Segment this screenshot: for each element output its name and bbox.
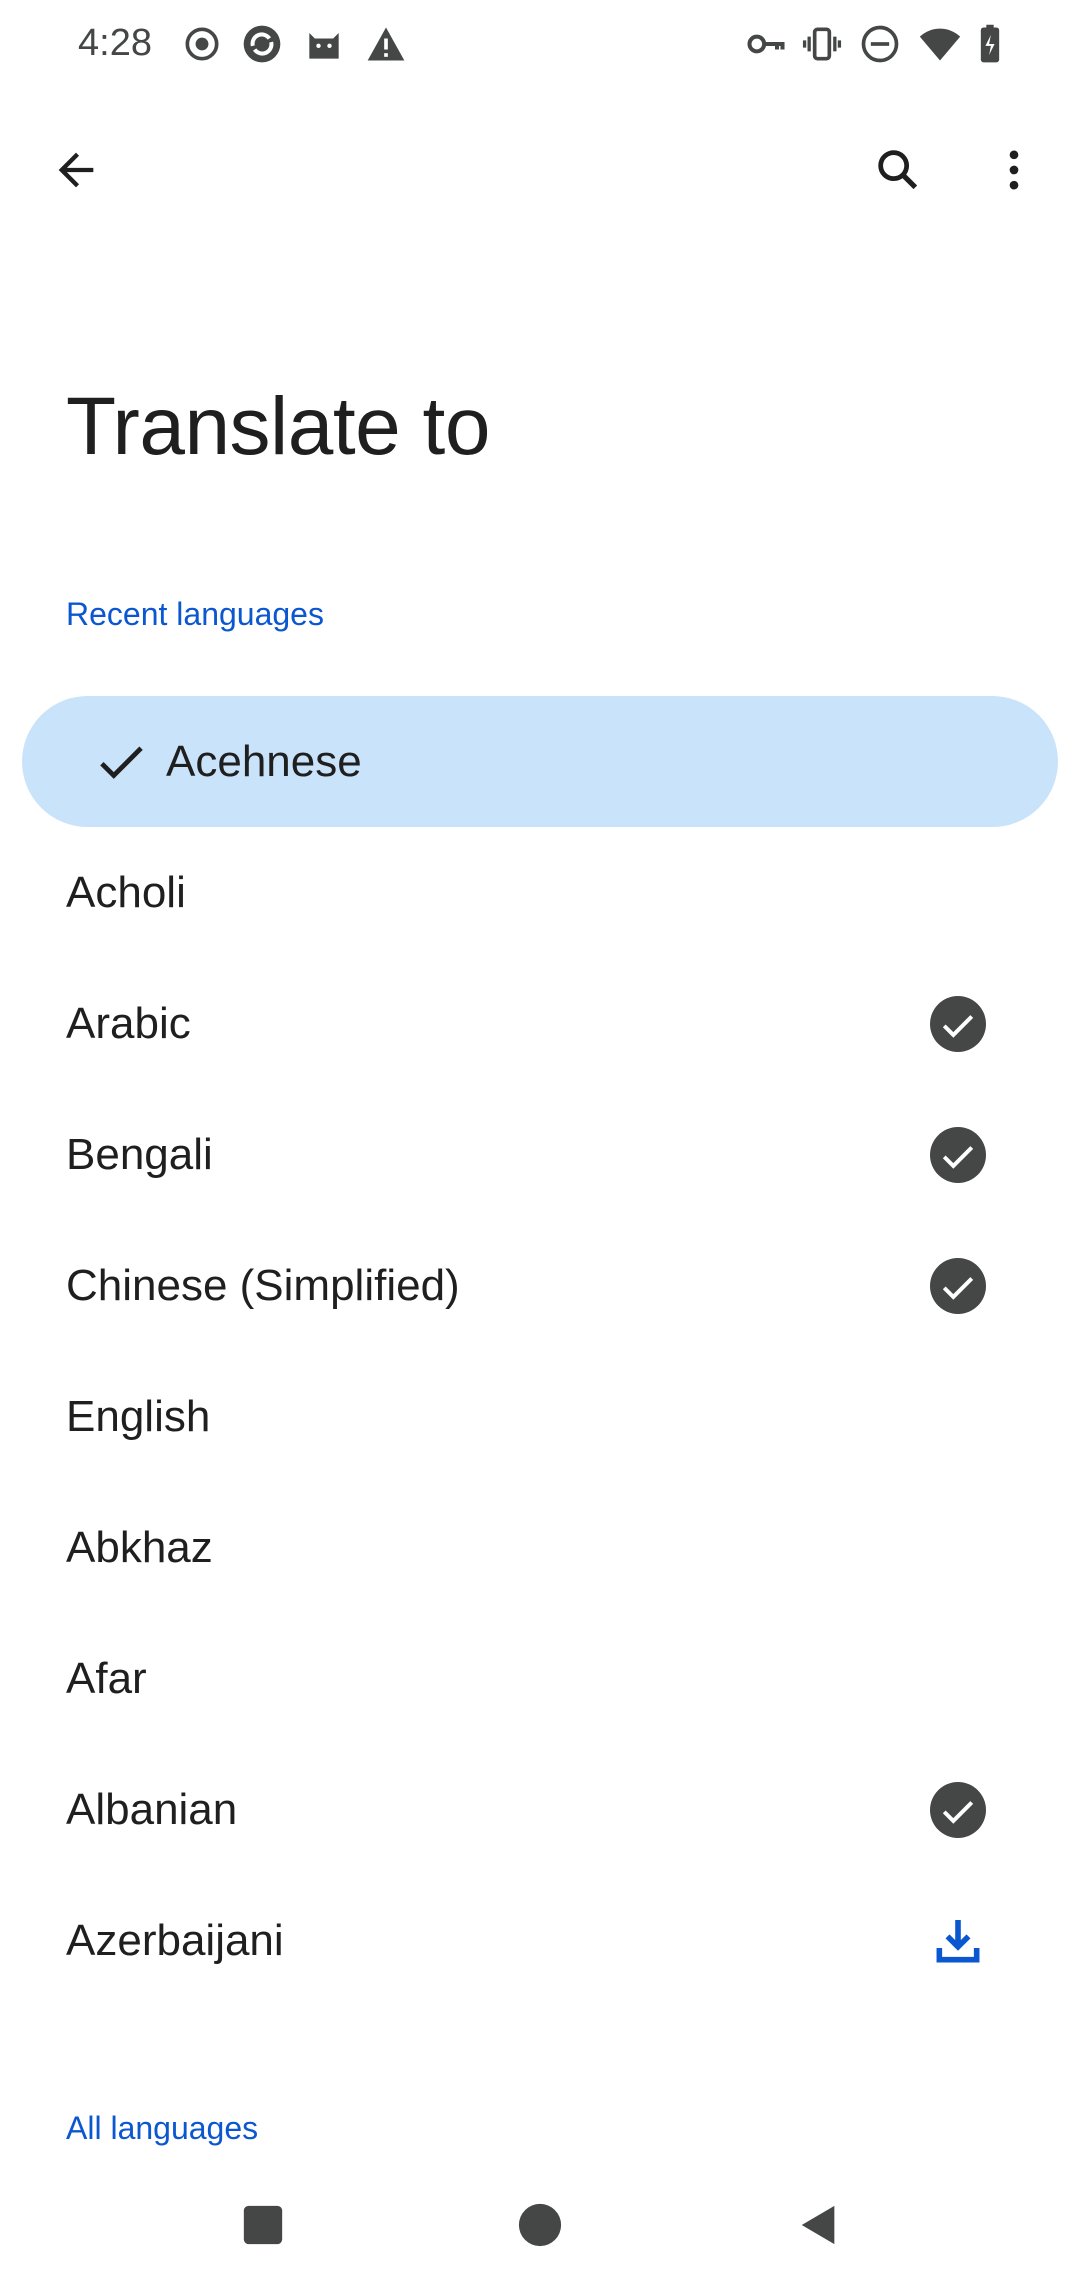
list-item-abkhaz[interactable]: Abkhaz [0,1482,1080,1613]
downloaded-check-icon [930,1126,986,1183]
list-item-label: Bengali [66,1129,213,1179]
download-icon[interactable] [930,1913,986,1969]
circle-home-icon [518,2203,562,2247]
recent-languages-header: Recent languages [66,596,324,632]
downloaded-check-icon [930,1781,986,1838]
vibrate-icon [800,22,844,66]
back-button[interactable] [28,122,124,218]
search-button[interactable] [850,122,946,218]
list-item-afar[interactable]: Afar [0,1613,1080,1744]
list-item-label: Chinese (Simplified) [66,1260,460,1310]
list-item-label: Abkhaz [66,1522,213,1572]
list-item-label: Azerbaijani [66,1915,284,1965]
list-item-label: Afar [66,1653,147,1703]
list-item-chinese-simplified[interactable]: Chinese (Simplified) [0,1220,1080,1351]
list-item-english[interactable]: English [0,1351,1080,1482]
list-item-label: Arabic [66,998,191,1048]
wifi-icon [918,22,962,66]
warning-icon [364,22,408,66]
downloaded-check-icon [930,995,986,1052]
cat-app-icon [302,22,346,66]
top-app-bar [0,110,1080,230]
list-item-acholi[interactable]: Acholi [0,827,1080,958]
do-not-disturb-icon [858,22,902,66]
recent-languages-list: Acehnese Acholi Arabic Bengali Chinese (… [0,696,1080,2006]
vpn-key-icon [744,22,788,66]
list-item-azerbaijani[interactable]: Azerbaijani [0,1875,1080,2006]
list-item-bengali[interactable]: Bengali [0,1089,1080,1220]
nav-back-button[interactable] [786,2192,852,2258]
list-item-label: Acehnese [166,736,362,786]
downloaded-check-icon [930,1257,986,1314]
record-icon [180,22,224,66]
recents-button[interactable] [230,2192,296,2258]
battery-charging-icon [968,22,1012,66]
more-options-button[interactable] [966,122,1062,218]
status-time: 4:28 [78,22,152,64]
arrow-back-icon [58,152,94,188]
all-languages-header: All languages [66,2110,259,2146]
status-bar: 4:28 [0,0,1080,90]
system-nav-bar [0,2170,1080,2280]
check-icon [100,746,143,779]
list-item-acehnese[interactable]: Acehnese [22,696,1058,827]
triangle-back-icon [801,2205,835,2245]
home-button[interactable] [507,2192,573,2258]
search-icon [878,150,918,190]
list-item-arabic[interactable]: Arabic [0,958,1080,1089]
more-vert-icon [1009,150,1019,190]
page-title: Translate to [66,381,490,472]
square-recents-icon [243,2205,283,2245]
list-item-label: English [66,1391,211,1441]
sync-app-icon [240,22,284,66]
list-item-label: Acholi [66,867,186,917]
list-item-label: Albanian [66,1784,238,1834]
list-item-albanian[interactable]: Albanian [0,1744,1080,1875]
